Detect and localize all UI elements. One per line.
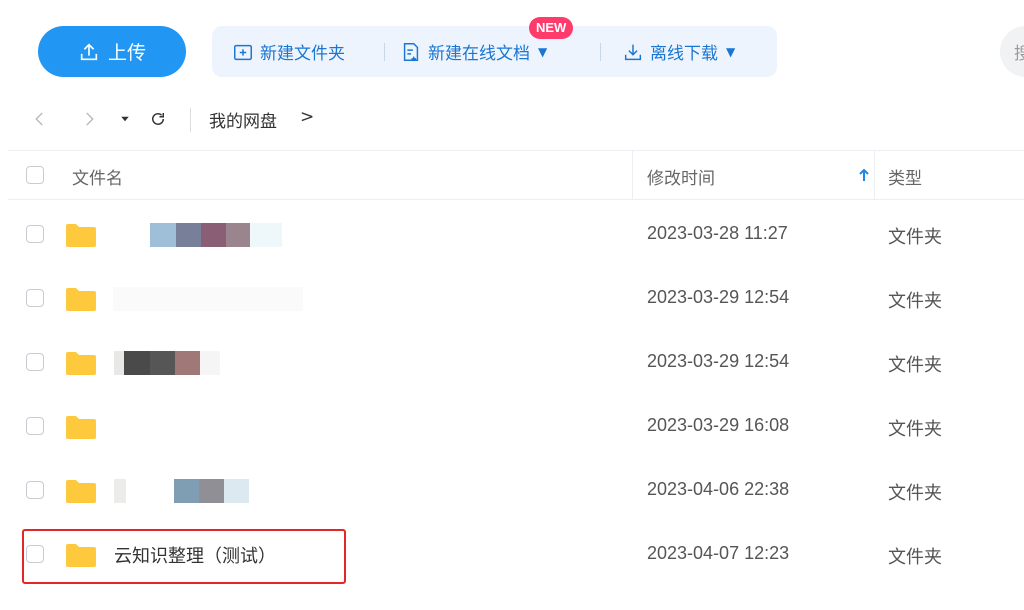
caret-down-icon: ▼	[538, 44, 548, 59]
upload-icon	[80, 42, 98, 60]
redacted-filename	[113, 287, 303, 311]
new-online-doc-button[interactable]: 新建在线文档 ▼	[400, 26, 547, 77]
modified-time: 2023-04-07 12:23	[647, 543, 790, 563]
upload-label: 上传	[107, 42, 146, 64]
folder-icon	[66, 224, 96, 247]
offline-download-button[interactable]: 离线下载 ▼	[622, 26, 735, 77]
folder-icon	[66, 480, 96, 503]
refresh-button[interactable]	[145, 106, 171, 132]
table-row[interactable]: 2023-03-29 12:54 文件夹	[8, 330, 1024, 394]
breadcrumb-separator: >	[300, 107, 315, 127]
search-placeholder: 搜	[1014, 44, 1024, 64]
folder-icon	[66, 352, 96, 375]
sort-ascending-icon[interactable]	[856, 167, 872, 183]
file-type: 文件夹	[888, 355, 942, 376]
redacted-filename	[150, 223, 290, 247]
toolbar-separator	[600, 43, 601, 61]
toolbar-actions: 新建文件夹 新建在线文档 ▼ 离线下载 ▼	[212, 26, 777, 77]
modified-time: 2023-03-28 11:27	[647, 223, 788, 243]
table-header: 文件名 修改时间 类型	[8, 150, 1024, 200]
top-toolbar: 上传 新建文件夹 新建在线文档 ▼ 离线下载 ▼ NEW 搜	[0, 0, 1024, 92]
row-checkbox[interactable]	[26, 225, 44, 243]
folder-icon	[66, 288, 96, 311]
new-online-doc-label: 新建在线文档	[428, 44, 530, 64]
refresh-icon	[152, 113, 164, 125]
column-header-type[interactable]: 类型	[888, 164, 922, 189]
new-folder-button[interactable]: 新建文件夹	[232, 26, 345, 77]
table-row[interactable]: 2023-03-29 16:08 文件夹	[8, 394, 1024, 458]
chevron-right-icon	[86, 112, 94, 126]
column-header-name[interactable]: 文件名	[72, 164, 123, 189]
download-icon	[624, 44, 642, 60]
back-button[interactable]	[27, 106, 53, 132]
column-divider	[874, 151, 875, 199]
row-checkbox[interactable]	[26, 481, 44, 499]
file-type: 文件夹	[888, 291, 942, 312]
modified-time: 2023-03-29 16:08	[647, 415, 790, 435]
modified-time: 2023-03-29 12:54	[647, 351, 790, 371]
search-input[interactable]: 搜	[1000, 26, 1024, 77]
folder-icon	[66, 416, 96, 439]
row-checkbox[interactable]	[26, 417, 44, 435]
new-badge: NEW	[529, 17, 574, 39]
row-checkbox[interactable]	[26, 289, 44, 307]
redacted-filename	[114, 351, 224, 375]
file-type: 文件夹	[888, 227, 942, 248]
table-row[interactable]: 2023-03-29 12:54 文件夹	[8, 266, 1024, 330]
redacted-filename	[114, 479, 274, 503]
select-all-checkbox[interactable]	[26, 166, 44, 184]
table-row[interactable]: 2023-03-28 11:27 文件夹	[8, 202, 1024, 266]
offline-download-label: 离线下载	[650, 44, 718, 64]
file-type: 文件夹	[888, 483, 942, 504]
forward-button[interactable]	[76, 106, 102, 132]
highlight-box	[22, 529, 346, 584]
file-type: 文件夹	[888, 547, 942, 568]
modified-time: 2023-03-29 12:54	[647, 287, 790, 307]
row-checkbox[interactable]	[26, 353, 44, 371]
upload-button[interactable]: 上传	[38, 26, 186, 77]
nav-divider	[190, 108, 191, 132]
file-type: 文件夹	[888, 419, 942, 440]
new-folder-icon	[234, 44, 252, 60]
new-doc-icon	[403, 42, 419, 61]
table-row[interactable]: 2023-04-06 22:38 文件夹	[8, 458, 1024, 522]
modified-time: 2023-04-06 22:38	[647, 479, 790, 499]
column-divider	[632, 151, 633, 199]
breadcrumb-root[interactable]: 我的网盘	[209, 107, 277, 132]
new-folder-label: 新建文件夹	[260, 44, 345, 64]
caret-down-icon: ▼	[726, 44, 736, 59]
chevron-left-icon	[35, 112, 43, 126]
history-dropdown[interactable]	[112, 106, 138, 132]
navigation-bar: 我的网盘 >	[0, 96, 1024, 144]
column-header-modified[interactable]: 修改时间	[647, 164, 715, 189]
toolbar-separator	[384, 43, 385, 61]
caret-down-icon	[121, 116, 129, 122]
